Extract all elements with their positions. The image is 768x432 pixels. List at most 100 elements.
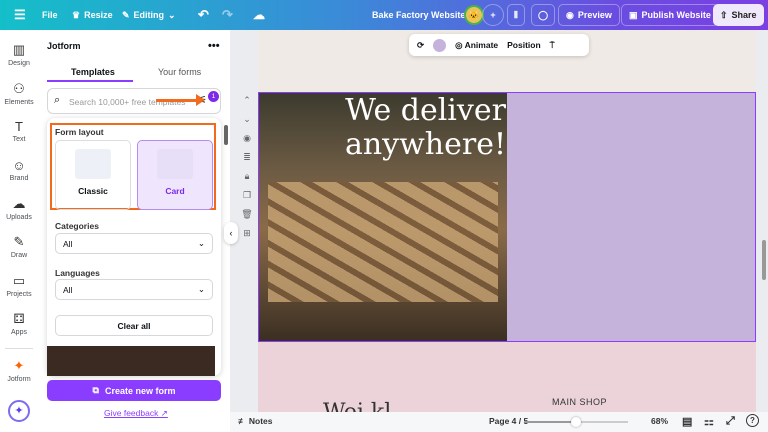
clear-all-button[interactable]: Clear all <box>55 315 213 336</box>
trash-icon[interactable]: 🗑︎ <box>240 209 254 228</box>
hamburger-icon[interactable]: ☰ <box>14 7 26 23</box>
bottom-bar: ≢ Notes Page 4 / 5 68% ▤ ⚏ ⤢ ? <box>230 412 768 432</box>
main-shop-label: MAIN SHOP <box>552 397 608 407</box>
zoom-slider-thumb[interactable] <box>571 417 581 427</box>
filter-popover: Form layout Classic Card Categories All ⌄… <box>47 118 221 376</box>
fullscreen-icon[interactable]: ⤢ <box>726 415 735 428</box>
layout-card-option[interactable]: Card <box>137 140 213 210</box>
add-collaborator-button[interactable]: + <box>482 4 504 26</box>
rail-label: Brand <box>9 175 29 182</box>
text-icon: T <box>15 119 23 134</box>
notes-icon[interactable]: ≣ <box>240 152 254 171</box>
layout-label: Card <box>165 186 185 196</box>
grid-view-icon[interactable]: ⚏ <box>704 415 714 428</box>
rail-brand[interactable]: ☺ Brand <box>0 158 38 182</box>
layout-label: Classic <box>78 186 108 196</box>
clear-all-label: Clear all <box>117 320 151 331</box>
resize-button[interactable]: ♛ Resize <box>72 10 113 21</box>
rail-label: Projects <box>6 291 32 298</box>
share-button[interactable]: ⇧ Share <box>713 4 764 26</box>
chevron-up-icon[interactable]: ⌃ <box>240 95 254 114</box>
redo-icon[interactable]: ↷ <box>222 7 233 23</box>
categories-select[interactable]: All ⌄ <box>55 233 213 254</box>
rail-text[interactable]: T Text <box>0 119 38 143</box>
elements-icon: ⚇ <box>13 81 25 96</box>
collapse-panel-button[interactable]: ‹ <box>224 222 238 244</box>
insights-icon[interactable]: ⫴ <box>507 4 525 26</box>
design-icon: ▥ <box>12 42 26 57</box>
add-page-icon[interactable]: ⊞ <box>240 228 254 247</box>
search-input[interactable]: ⌕ Search 10,000+ free templates ⚟ 1 <box>47 88 221 114</box>
languages-select[interactable]: All ⌄ <box>55 279 213 300</box>
rail-label: Uploads <box>6 214 32 221</box>
chevron-down-icon: ⌄ <box>197 238 205 248</box>
help-icon[interactable]: ? <box>746 414 759 427</box>
rail-projects[interactable]: ▭ Projects <box>0 273 38 298</box>
rail-jotform[interactable]: ✦ Jotform <box>0 358 38 383</box>
template-thumbnail[interactable] <box>47 346 215 376</box>
rail-elements[interactable]: ⚇ Elements <box>0 81 38 106</box>
eye-icon: ◉ <box>566 9 574 20</box>
crown-icon: ♛ <box>72 9 81 20</box>
layout-classic-option[interactable]: Classic <box>55 140 131 210</box>
zoom-slider-fill <box>525 421 577 423</box>
page-view-icon[interactable]: ▤ <box>682 415 692 428</box>
classic-thumbnail <box>75 149 111 179</box>
animate-button[interactable]: ◎ Animate <box>455 40 498 51</box>
create-new-form-button[interactable]: ⧉ Create new form <box>47 380 221 401</box>
zoom-level[interactable]: 68% <box>651 416 668 426</box>
preview-label: Preview <box>577 10 612 20</box>
color-swatch[interactable] <box>433 38 447 52</box>
magic-ai-button[interactable]: ✦ <box>8 400 30 422</box>
notes-button[interactable]: ≢ Notes <box>238 416 273 426</box>
cloud-saved-icon[interactable]: ☁ <box>253 8 265 22</box>
position-button[interactable]: Position <box>507 40 541 50</box>
publish-website-button[interactable]: ▣ Publish Website <box>621 4 719 26</box>
duplicate-icon[interactable]: ❐ <box>240 190 254 209</box>
chevron-down-icon[interactable]: ⌄ <box>240 114 254 133</box>
zoom-slider[interactable] <box>525 417 628 427</box>
lower-heading: Wei kl <box>323 400 391 412</box>
undo-icon[interactable]: ↶ <box>198 7 209 23</box>
annotation-arrowhead <box>196 94 205 106</box>
give-feedback-link[interactable]: Give feedback ↗ <box>104 408 168 419</box>
replace-icon[interactable]: ⟳ <box>417 40 424 51</box>
paint-roller-icon[interactable]: ⍑ <box>550 40 555 51</box>
draw-icon: ✎ <box>13 234 25 249</box>
share-label: Share <box>731 10 757 20</box>
scrollbar-thumb[interactable] <box>224 125 228 145</box>
document-title[interactable]: Bake Factory Website <box>372 10 465 20</box>
visibility-icon[interactable]: ◉ <box>240 133 254 152</box>
rail-design[interactable]: ▥ Design <box>0 42 38 67</box>
pink-section: Wei kl MAIN SHOP <box>258 342 756 412</box>
editing-dropdown[interactable]: ✎ Editing ⌄ <box>122 10 176 21</box>
select-value: All <box>63 284 73 295</box>
file-menu[interactable]: File <box>42 10 58 20</box>
rail-draw[interactable]: ✎ Draw <box>0 234 38 259</box>
external-link-icon: ⧉ <box>92 385 99 395</box>
more-options-icon[interactable]: ••• <box>208 40 220 52</box>
canvas-scrollbar[interactable] <box>762 240 766 280</box>
preview-button[interactable]: ◉ Preview <box>558 4 620 26</box>
card-thumbnail <box>157 149 193 179</box>
active-tab-indicator <box>47 80 133 82</box>
categories-label: Categories <box>55 221 99 231</box>
lock-icon[interactable]: 🔒︎ <box>240 171 254 190</box>
notes-label: Notes <box>248 416 273 426</box>
feedback-label: Give feedback <box>104 408 159 418</box>
tab-your-forms[interactable]: Your forms <box>158 67 201 77</box>
upload-cloud-icon: ☁ <box>12 196 26 211</box>
panel-title: Jotform <box>47 41 81 51</box>
comment-icon[interactable]: ◯ <box>531 4 556 26</box>
canvas-page[interactable]: We deliver anywhere! Wei kl MAIN SHOP <box>258 30 756 412</box>
rail-label: Text <box>12 136 26 143</box>
tab-templates[interactable]: Templates <box>71 67 115 77</box>
context-toolbar: ⟳ ◎ Animate Position ⍑ <box>409 34 589 56</box>
rail-apps[interactable]: ⚃ Apps <box>0 311 38 336</box>
avatar[interactable]: 🐱 <box>464 5 484 25</box>
form-layout-label: Form layout <box>55 127 104 137</box>
rail-label: Apps <box>11 329 27 336</box>
animate-label: Animate <box>464 39 499 50</box>
page-indicator[interactable]: Page 4 / 5 <box>489 416 528 426</box>
rail-uploads[interactable]: ☁ Uploads <box>0 196 38 221</box>
